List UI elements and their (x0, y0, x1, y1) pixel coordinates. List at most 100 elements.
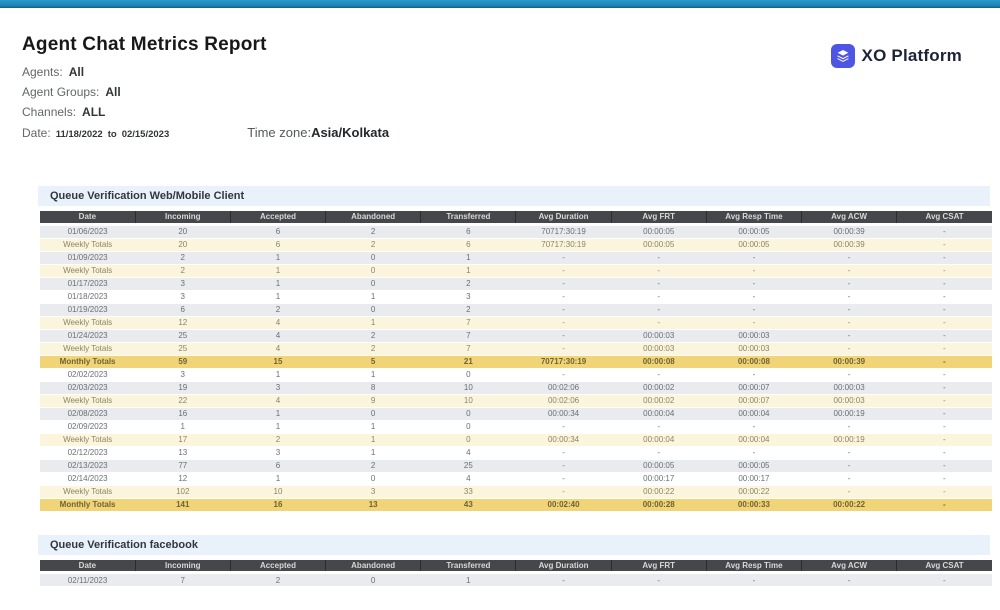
table-cell: 00:00:03 (706, 342, 801, 355)
table-cell: 6 (230, 224, 325, 238)
table-cell: 00:00:02 (611, 381, 706, 394)
table-cell: 6 (230, 238, 325, 251)
table-cell: 00:00:17 (611, 472, 706, 485)
logo-text: XO Platform (862, 46, 962, 66)
table-cell: - (802, 290, 897, 303)
table-cell: 1 (326, 368, 421, 381)
table-cell: 01/09/2023 (40, 251, 135, 264)
table-cell: 1 (230, 264, 325, 277)
table-cell: Weekly Totals (40, 238, 135, 251)
table-cell: 00:00:04 (611, 433, 706, 446)
table-cell: - (516, 251, 611, 264)
table-cell: 00:00:05 (611, 224, 706, 238)
column-header: Avg ACW (802, 560, 897, 573)
table-cell: 2 (230, 573, 325, 587)
table-cell: 1 (230, 368, 325, 381)
xo-platform-logo: XO Platform (831, 44, 962, 68)
table-cell: 00:02:06 (516, 394, 611, 407)
table-cell: 00:00:05 (706, 459, 801, 472)
table-cell: 4 (421, 472, 516, 485)
channels-value: ALL (82, 105, 105, 119)
metrics-table: DateIncomingAcceptedAbandonedTransferred… (40, 560, 992, 588)
table-cell: 00:00:05 (706, 238, 801, 251)
table-cell: - (897, 420, 992, 433)
table-cell: 2 (326, 459, 421, 472)
table-cell: 00:00:05 (611, 459, 706, 472)
table-cell: 2 (421, 303, 516, 316)
table-cell: - (897, 251, 992, 264)
table-cell: - (897, 446, 992, 459)
table-cell: 10 (421, 394, 516, 407)
table-cell: 1 (135, 420, 230, 433)
table-cell: - (706, 277, 801, 290)
table-cell: 21 (421, 355, 516, 368)
table-cell: 16 (230, 498, 325, 511)
table-row: 02/13/2023776225-00:00:0500:00:05-- (40, 459, 992, 472)
table-cell: - (516, 446, 611, 459)
table-cell: 00:00:34 (516, 407, 611, 420)
table-cell: 00:00:17 (706, 472, 801, 485)
table-cell: 0 (421, 420, 516, 433)
column-header: Avg Duration (516, 211, 611, 224)
table-cell: - (706, 420, 801, 433)
column-header: Accepted (230, 560, 325, 573)
table-cell: 16 (135, 407, 230, 420)
weekly-totals-row: Weekly Totals22491000:02:0600:00:0200:00… (40, 394, 992, 407)
table-cell: - (897, 472, 992, 485)
table-cell: 02/02/2023 (40, 368, 135, 381)
table-cell: - (611, 420, 706, 433)
table-cell: - (516, 329, 611, 342)
table-row: 02/11/20237201----- (40, 573, 992, 587)
table-cell: - (706, 316, 801, 329)
table-cell: 00:00:05 (611, 238, 706, 251)
table-cell: Weekly Totals (40, 394, 135, 407)
table-cell: 17 (135, 433, 230, 446)
table-cell: 0 (421, 433, 516, 446)
table-cell: 01/17/2023 (40, 277, 135, 290)
table-cell: 3 (421, 290, 516, 303)
table-cell: - (706, 290, 801, 303)
table-row: 01/18/20233113----- (40, 290, 992, 303)
table-cell: 00:00:03 (611, 342, 706, 355)
table-cell: - (611, 277, 706, 290)
column-header: Date (40, 560, 135, 573)
date-line: Date:11/18/2022to02/15/2023Time zone:Asi… (22, 125, 962, 140)
table-cell: 4 (230, 329, 325, 342)
agents-value: All (69, 65, 84, 79)
table-cell: 00:00:02 (611, 394, 706, 407)
table-cell: 00:00:04 (706, 407, 801, 420)
table-row: 01/09/20232101----- (40, 251, 992, 264)
table-cell: - (516, 573, 611, 587)
table-cell: 1 (421, 573, 516, 587)
table-cell: 15 (230, 355, 325, 368)
queue-section: Queue Verification facebookDateIncomingA… (38, 535, 990, 588)
column-header: Avg FRT (611, 211, 706, 224)
agents-line: Agents:All (22, 65, 962, 79)
table-cell: - (516, 277, 611, 290)
table-cell: - (897, 394, 992, 407)
section-title: Queue Verification Web/Mobile Client (38, 186, 990, 206)
table-cell: 00:02:40 (516, 498, 611, 511)
table-cell: 33 (421, 485, 516, 498)
table-cell: 00:00:08 (611, 355, 706, 368)
column-header: Abandoned (326, 211, 421, 224)
table-cell: - (611, 368, 706, 381)
table-cell: 00:00:39 (802, 224, 897, 238)
table-cell: 6 (421, 238, 516, 251)
table-cell: - (611, 446, 706, 459)
table-cell: 9 (326, 394, 421, 407)
table-cell: - (897, 433, 992, 446)
table-cell: - (802, 316, 897, 329)
table-cell: 2 (135, 264, 230, 277)
timezone-label: Time zone: (247, 125, 311, 140)
header-row: DateIncomingAcceptedAbandonedTransferred… (40, 560, 992, 573)
table-cell: 1 (230, 277, 325, 290)
table-cell: 6 (230, 459, 325, 472)
table-cell: 01/19/2023 (40, 303, 135, 316)
table-cell: - (897, 368, 992, 381)
table-cell: 2 (230, 433, 325, 446)
table-row: 01/17/20233102----- (40, 277, 992, 290)
table-cell: - (802, 459, 897, 472)
table-cell: - (516, 264, 611, 277)
table-cell: 2 (421, 277, 516, 290)
